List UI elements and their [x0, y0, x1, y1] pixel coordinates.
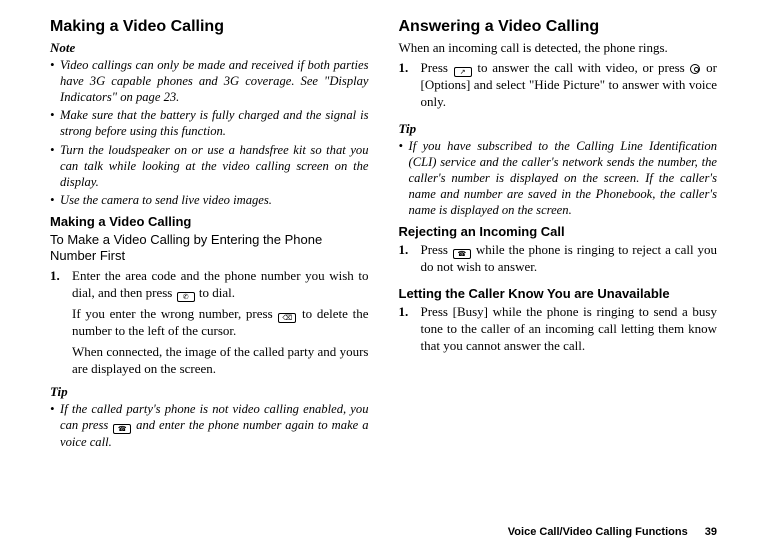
step-number: 1. — [399, 60, 413, 115]
heading-rejecting-call: Rejecting an Incoming Call — [399, 224, 718, 239]
step-body: Press [Busy] while the phone is ringing … — [421, 304, 718, 359]
center-key-icon — [690, 64, 700, 74]
heading-letting-caller-know: Letting the Caller Know You are Unavaila… — [399, 286, 718, 301]
footer-title: Voice Call/Video Calling Functions — [508, 526, 688, 538]
step-text: If you enter the wrong number, press — [72, 306, 277, 321]
tip-label: Tip — [399, 121, 718, 137]
step-number: 1. — [399, 242, 413, 280]
left-column: Making a Video Calling Note Video callin… — [50, 18, 369, 452]
note-item: Make sure that the battery is fully char… — [50, 107, 369, 139]
note-item: Video callings can only be made and rece… — [50, 57, 369, 105]
right-column: Answering a Video Calling When an incomi… — [399, 18, 718, 452]
note-item: Turn the loudspeaker on or use a handsfr… — [50, 142, 369, 190]
heading-answering-video-calling: Answering a Video Calling — [399, 18, 718, 36]
step-number: 1. — [50, 268, 64, 382]
page-footer: Voice Call/Video Calling Functions 39 — [508, 526, 717, 538]
procedure-title: To Make a Video Calling by Entering the … — [50, 232, 369, 265]
tip-label: Tip — [50, 384, 369, 400]
note-label: Note — [50, 40, 369, 56]
step-text: to dial. — [196, 285, 235, 300]
note-list: Video callings can only be made and rece… — [50, 57, 369, 208]
heading-making-video-calling: Making a Video Calling — [50, 18, 369, 36]
step-text: Press — [421, 60, 453, 75]
step-body: Press ☎ while the phone is ringing to re… — [421, 242, 718, 280]
video-call-key-icon: ✆ — [177, 292, 195, 302]
send-key-icon: ↗ — [454, 67, 472, 77]
answer-step-1: 1. Press ↗ to answer the call with video… — [399, 60, 718, 115]
note-item: Use the camera to send live video images… — [50, 192, 369, 208]
step-number: 1. — [399, 304, 413, 359]
page-number: 39 — [705, 526, 717, 538]
reject-step-1: 1. Press ☎ while the phone is ringing to… — [399, 242, 718, 280]
step-text: to answer the call with video, or press — [473, 60, 690, 75]
intro-text: When an incoming call is detected, the p… — [399, 40, 718, 57]
step-text: Press [Busy] while the phone is ringing … — [421, 304, 718, 355]
tip-list: If you have subscribed to the Calling Li… — [399, 138, 718, 219]
tip-list: If the called party's phone is not video… — [50, 401, 369, 450]
step-body: Enter the area code and the phone number… — [72, 268, 369, 382]
step-text: Press — [421, 242, 452, 257]
step-body: Press ↗ to answer the call with video, o… — [421, 60, 718, 115]
tip-item: If you have subscribed to the Calling Li… — [399, 138, 718, 219]
unavailable-step-1: 1. Press [Busy] while the phone is ringi… — [399, 304, 718, 359]
subheading-making-video-calling: Making a Video Calling — [50, 214, 369, 229]
end-key-icon: ☎ — [113, 424, 131, 434]
step-text: When connected, the image of the called … — [72, 344, 369, 378]
clear-key-icon: ⌫ — [278, 313, 296, 323]
page-content: Making a Video Calling Note Video callin… — [0, 0, 767, 482]
tip-item: If the called party's phone is not video… — [50, 401, 369, 450]
step-1: 1. Enter the area code and the phone num… — [50, 268, 369, 382]
end-key-icon: ☎ — [453, 249, 471, 259]
